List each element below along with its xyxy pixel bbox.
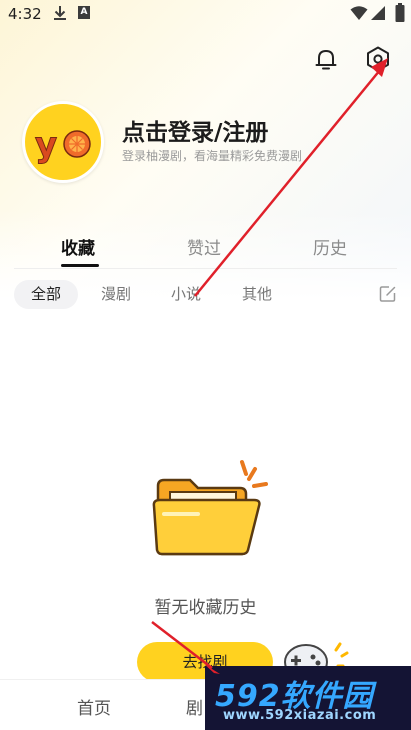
edit-icon[interactable] (379, 285, 397, 303)
download-icon (53, 5, 67, 25)
wifi-icon (350, 5, 368, 25)
nav-drama[interactable]: 剧 (186, 694, 203, 719)
tab-liked[interactable]: 赞过 (187, 234, 221, 259)
tab-history[interactable]: 历史 (313, 234, 347, 259)
status-bar: 4:32 A (0, 0, 411, 30)
tab-favorites[interactable]: 收藏 (61, 234, 95, 259)
status-time: 4:32 (8, 5, 42, 23)
battery-icon (395, 3, 405, 27)
app-logo-icon: y (35, 125, 91, 166)
filter-novel[interactable]: 小说 (158, 280, 214, 309)
filter-other[interactable]: 其他 (229, 280, 285, 309)
filter-comic-drama[interactable]: 漫剧 (88, 280, 144, 309)
active-tab-indicator (61, 264, 99, 267)
tabs-divider (14, 268, 397, 269)
filter-all[interactable]: 全部 (14, 280, 78, 309)
nav-home[interactable]: 首页 (77, 694, 111, 719)
login-subtitle: 登录柚漫剧，看海量精彩免费漫剧 (122, 149, 303, 163)
svg-text:y: y (35, 125, 57, 165)
empty-folder-icon (150, 458, 272, 560)
watermark-url: www.592xiazai.com (223, 708, 377, 723)
login-title[interactable]: 点击登录/注册 (122, 113, 268, 147)
notification-app-icon: A (78, 6, 90, 19)
empty-state-message: 暂无收藏历史 (154, 598, 257, 618)
watermark: 592软件园 www.592xiazai.com (205, 666, 411, 730)
avatar[interactable]: y (22, 101, 104, 183)
bell-icon[interactable] (313, 46, 339, 72)
signal-icon (370, 5, 386, 25)
settings-icon[interactable] (364, 45, 392, 73)
